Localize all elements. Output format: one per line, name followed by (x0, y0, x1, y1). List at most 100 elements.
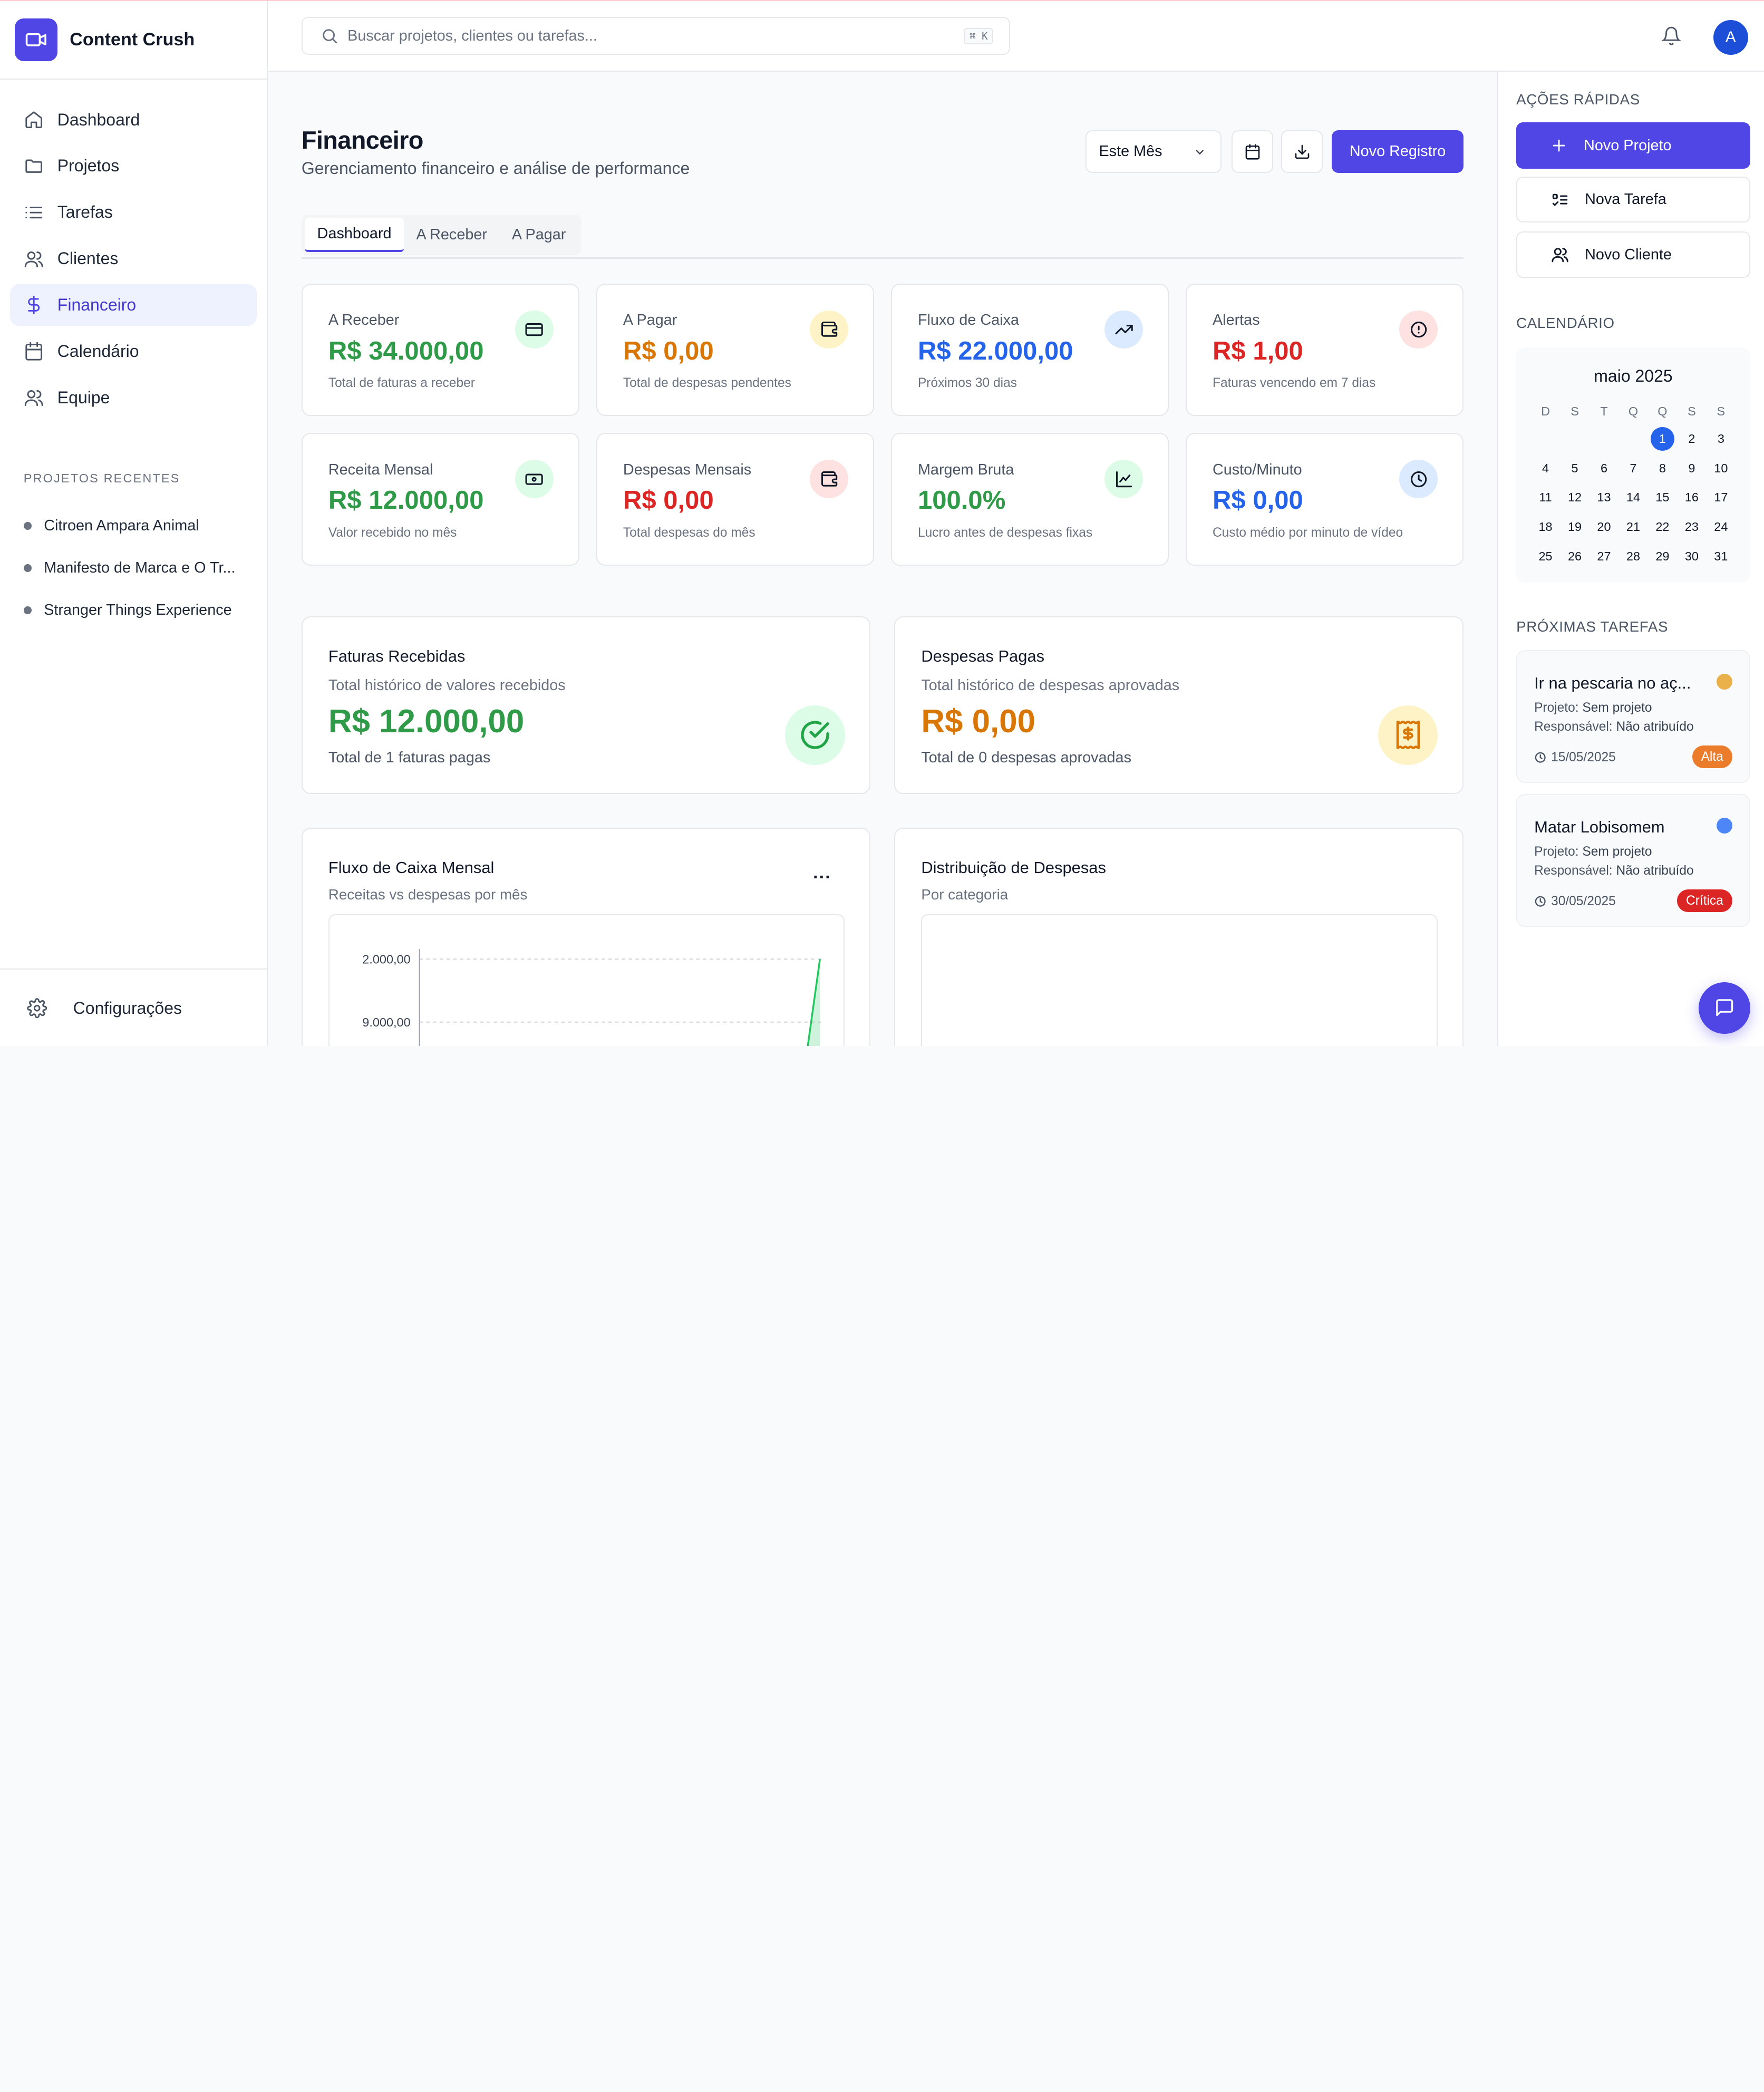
calendar-day-selected: 1 (1651, 427, 1674, 451)
calendar-day[interactable]: 14 (1618, 483, 1647, 512)
sidebar-item-equipe[interactable]: Equipe (10, 377, 256, 419)
new-project-button[interactable]: Novo Projeto (1516, 122, 1750, 169)
search-input[interactable]: Buscar projetos, clientes ou tarefas... … (301, 16, 1011, 55)
task-project-value: Sem projeto (1582, 845, 1652, 859)
new-client-button[interactable]: Novo Cliente (1516, 231, 1750, 278)
calendar-day[interactable]: 19 (1560, 512, 1589, 542)
recent-project-item[interactable]: Citroen Ampara Animal (0, 505, 267, 547)
new-record-button[interactable]: Novo Registro (1332, 130, 1463, 173)
calendar-day[interactable]: 4 (1531, 453, 1560, 483)
calendar-day[interactable]: 20 (1589, 512, 1618, 542)
sidebar-item-calendario[interactable]: Calendário (10, 331, 256, 372)
more-options-icon[interactable]: ... (813, 863, 831, 883)
task-project-value: Sem projeto (1582, 701, 1652, 715)
bullet-icon (23, 521, 32, 530)
task-card[interactable]: Matar Lobisomem Projeto: Sem projeto Res… (1516, 794, 1750, 927)
calendar-weekday: T (1600, 404, 1608, 419)
calendar-day[interactable]: 9 (1677, 453, 1706, 483)
recent-project-item[interactable]: Stranger Things Experience (0, 589, 267, 631)
recent-projects-title: PROJETOS RECENTES (23, 471, 180, 486)
clock-icon (1534, 751, 1546, 763)
calendar-day[interactable]: 25 (1531, 542, 1560, 572)
series-line (807, 959, 821, 1047)
settings-label: Configurações (73, 999, 182, 1018)
calendar-day[interactable]: 15 (1648, 483, 1677, 512)
settings-link[interactable]: Configurações (0, 968, 268, 1046)
calendar-day[interactable]: 28 (1618, 542, 1647, 572)
task-owner-value: Não atribuído (1616, 864, 1694, 878)
quick-actions-title: AÇÕES RÁPIDAS (1516, 91, 1640, 108)
kpi-value: R$ 0,00 (623, 336, 714, 365)
brand[interactable]: Content Crush (0, 1, 267, 80)
calendar-day[interactable]: 23 (1677, 512, 1706, 542)
task-card[interactable]: Ir na pescaria no aç... Projeto: Sem pro… (1516, 650, 1750, 783)
calendar-day[interactable]: 3 (1707, 424, 1736, 453)
summary-card-faturas-recebidas: Faturas Recebidas Total histórico de val… (301, 616, 871, 795)
calendar-empty-cell (1560, 424, 1589, 453)
kpi-value: R$ 34.000,00 (328, 336, 484, 365)
calendar-day[interactable]: 7 (1618, 453, 1647, 483)
button-label: Nova Tarefa (1585, 191, 1666, 208)
y-tick-label: 9.000,00 (362, 1016, 410, 1030)
summary-note: Total de 0 despesas aprovadas (921, 749, 1131, 766)
calendar-day[interactable]: 11 (1531, 483, 1560, 512)
calendar-day[interactable]: 22 (1648, 512, 1677, 542)
calendar-day[interactable]: 21 (1618, 512, 1647, 542)
calendar-day[interactable]: 30 (1677, 542, 1706, 572)
calendar-day[interactable]: 13 (1589, 483, 1618, 512)
download-button[interactable] (1281, 130, 1323, 173)
task-owner: Responsável: Não atribuído (1534, 864, 1694, 878)
calendar-day[interactable]: 16 (1677, 483, 1706, 512)
avatar[interactable]: A (1713, 20, 1748, 55)
tab-a-pagar[interactable]: A Pagar (499, 218, 578, 252)
sidebar-item-tarefas[interactable]: Tarefas (10, 191, 256, 233)
kpi-card-a-receber: A Receber R$ 34.000,00 Total de faturas … (301, 283, 579, 417)
kpi-note: Lucro antes de despesas fixas (917, 526, 1093, 540)
calendar-day[interactable]: 8 (1648, 453, 1677, 483)
recent-project-item[interactable]: Manifesto de Marca e O Tr... (0, 547, 267, 589)
calendar-day[interactable]: 31 (1707, 542, 1736, 572)
kpi-label: A Pagar (623, 311, 677, 328)
kpi-value: R$ 12.000,00 (328, 486, 484, 515)
summary-title: Faturas Recebidas (328, 646, 466, 665)
calendar-day[interactable]: 2 (1677, 424, 1706, 453)
bell-icon[interactable] (1661, 26, 1682, 46)
page-subtitle: Gerenciamento financeiro e análise de pe… (301, 158, 690, 178)
calendar-day[interactable]: 26 (1560, 542, 1589, 572)
calendar-day[interactable]: 24 (1707, 512, 1736, 542)
sidebar-item-clientes[interactable]: Clientes (10, 238, 256, 279)
calendar-day[interactable]: 10 (1707, 453, 1736, 483)
calendar-day[interactable]: 17 (1707, 483, 1736, 512)
mini-calendar: maio 2025 D S T Q Q S S 1 2 3 4 5 6 7 8 9 10 11 12 13 14 15 16… (1516, 347, 1750, 583)
sidebar-item-label: Projetos (57, 156, 120, 176)
chart-frame (921, 914, 1438, 1047)
sidebar-item-label: Clientes (57, 249, 119, 268)
calendar-day[interactable]: 6 (1589, 453, 1618, 483)
clock-icon (1399, 460, 1438, 498)
calendar-day[interactable]: 29 (1648, 542, 1677, 572)
calendar-day[interactable]: 1 (1648, 424, 1677, 453)
users-icon (24, 249, 44, 269)
calendar-day[interactable]: 27 (1589, 542, 1618, 572)
line-chart-icon (1104, 460, 1143, 498)
kpi-note: Total de faturas a receber (328, 376, 475, 391)
calendar-weekday: S (1688, 404, 1696, 419)
new-task-button[interactable]: Nova Tarefa (1516, 176, 1750, 223)
tab-a-receber[interactable]: A Receber (404, 218, 499, 252)
tab-dashboard[interactable]: Dashboard (305, 218, 404, 252)
calendar-day[interactable]: 12 (1560, 483, 1589, 512)
sidebar-item-dashboard[interactable]: Dashboard (10, 99, 256, 141)
home-icon (24, 110, 44, 130)
priority-badge: Crítica (1676, 889, 1732, 913)
sidebar-item-financeiro[interactable]: Financeiro (10, 284, 257, 326)
period-select[interactable]: Este Mês (1085, 130, 1222, 173)
calendar-button[interactable] (1232, 130, 1274, 173)
task-project-label: Projeto: (1534, 701, 1579, 715)
calendar-day[interactable]: 18 (1531, 512, 1560, 542)
app-name: Content Crush (70, 30, 195, 50)
task-date: 30/05/2025 (1534, 894, 1616, 909)
task-project: Projeto: Sem projeto (1534, 701, 1652, 715)
calendar-day[interactable]: 5 (1560, 453, 1589, 483)
chat-button[interactable] (1698, 982, 1751, 1034)
sidebar-item-projetos[interactable]: Projetos (10, 146, 256, 187)
